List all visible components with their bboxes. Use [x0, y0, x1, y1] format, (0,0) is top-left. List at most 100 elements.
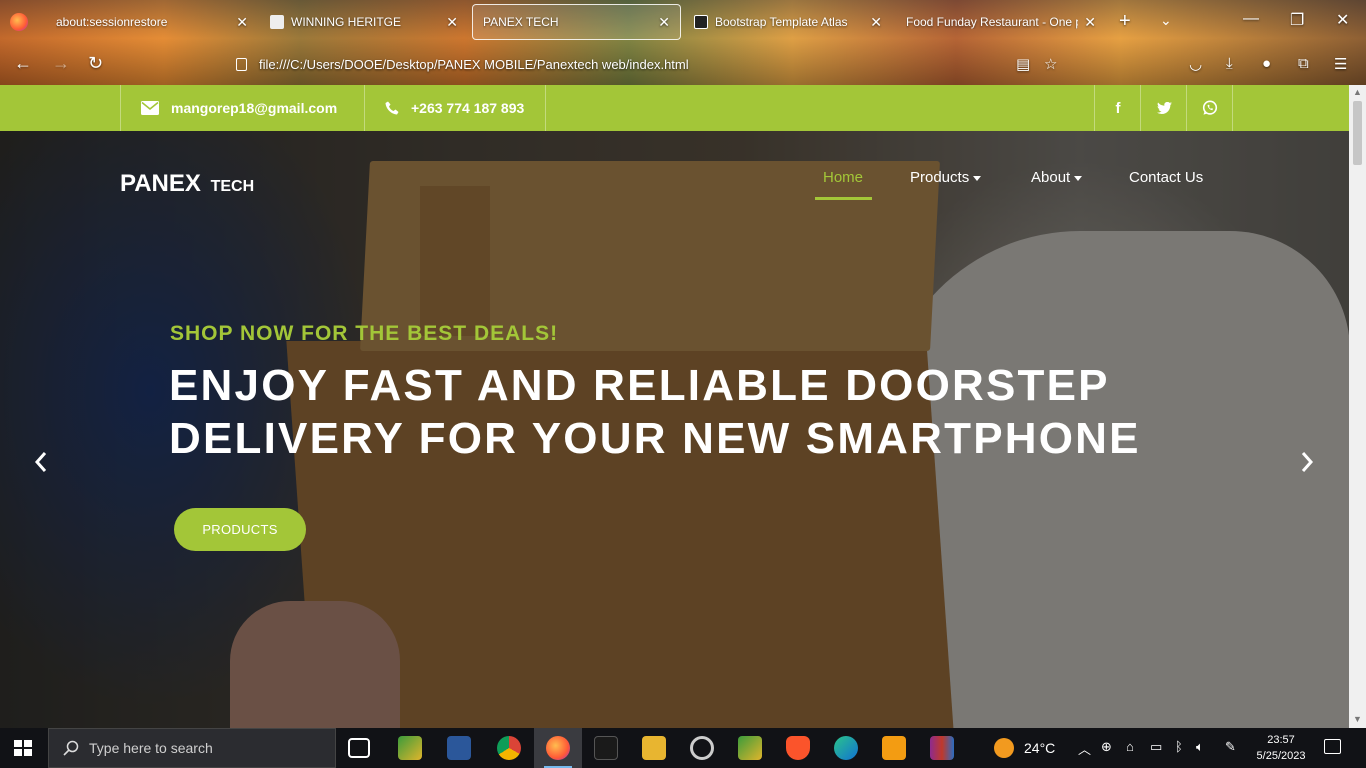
- twitter-icon[interactable]: [1141, 85, 1187, 131]
- minimize-icon[interactable]: —: [1243, 10, 1259, 28]
- hero-subheading: SHOP NOW FOR THE BEST DEALS!: [170, 322, 559, 345]
- new-tab-icon[interactable]: +: [1119, 10, 1131, 33]
- scrollbar-thumb[interactable]: [1353, 101, 1362, 165]
- winrar-icon[interactable]: [930, 736, 954, 760]
- url-text[interactable]: file:///C:/Users/DOOE/Desktop/PANEX MOBI…: [259, 57, 689, 72]
- firefox-icon[interactable]: [546, 736, 570, 760]
- phone-text: +263 774 187 893: [411, 100, 525, 116]
- address-bar[interactable]: file:///C:/Users/DOOE/Desktop/PANEX MOBI…: [226, 50, 1066, 78]
- carousel-next-icon[interactable]: [1300, 451, 1314, 478]
- scroll-down-icon[interactable]: ▼: [1353, 714, 1362, 724]
- tab-title: WINNING HERITGE: [291, 15, 401, 29]
- sun-icon: [994, 738, 1014, 758]
- close-icon[interactable]: ✕: [446, 14, 458, 31]
- tab-title: about:sessionrestore: [56, 15, 168, 29]
- tab-panex-tech[interactable]: PANEX TECH ✕: [472, 4, 681, 40]
- hamburger-menu-icon[interactable]: ☰: [1334, 55, 1347, 73]
- battery-icon[interactable]: ▭: [1150, 739, 1162, 755]
- page-icon: [236, 57, 247, 71]
- pen-icon[interactable]: ✎: [1225, 739, 1236, 755]
- tab-food-funday[interactable]: Food Funday Restaurant - One pa ✕: [896, 4, 1106, 40]
- firefox-menu-icon[interactable]: [10, 13, 28, 31]
- close-window-icon[interactable]: ✕: [1336, 10, 1349, 30]
- navigation-toolbar: ← → ↻ file:///C:/Users/DOOE/Desktop/PANE…: [0, 44, 1366, 85]
- metatrader-icon[interactable]: [398, 736, 422, 760]
- forward-arrow-icon[interactable]: →: [52, 53, 70, 74]
- task-view-icon[interactable]: [348, 738, 370, 758]
- language-globe-icon[interactable]: ⊕: [1101, 739, 1112, 755]
- products-button[interactable]: PRODUCTS: [174, 508, 306, 551]
- usb-device-icon[interactable]: ⌂: [1126, 739, 1134, 754]
- tab-title: Food Funday Restaurant - One pa: [906, 15, 1079, 29]
- taskbar-search-box[interactable]: Type here to search: [48, 728, 336, 768]
- sublime-text-icon[interactable]: [882, 736, 906, 760]
- word-icon[interactable]: [447, 736, 471, 760]
- volume-icon[interactable]: 🔈︎: [1196, 739, 1204, 755]
- brave-icon[interactable]: [786, 736, 810, 760]
- site-logo[interactable]: PANEX TECH: [120, 170, 254, 198]
- windows-start-icon[interactable]: [14, 740, 32, 756]
- chrome-icon[interactable]: [497, 736, 521, 760]
- nav-active-underline: [815, 197, 872, 200]
- tab-strip: about:sessionrestore ✕ WINNING HERITGE ✕…: [0, 0, 1366, 44]
- caret-down-icon: [1074, 175, 1083, 181]
- envelope-icon: [141, 101, 159, 115]
- phone-icon: [385, 101, 399, 115]
- tab-session-restore[interactable]: about:sessionrestore ✕: [46, 4, 258, 40]
- metatrader-icon[interactable]: [738, 736, 762, 760]
- back-arrow-icon[interactable]: ←: [14, 53, 32, 74]
- divider: [120, 85, 121, 131]
- nav-about-dropdown[interactable]: About: [1031, 169, 1083, 186]
- media-player-icon[interactable]: [690, 736, 714, 760]
- close-icon[interactable]: ✕: [658, 14, 670, 31]
- divider: [1232, 85, 1233, 131]
- tab-winning-heritge[interactable]: WINNING HERITGE ✕: [260, 4, 468, 40]
- browser-chrome: about:sessionrestore ✕ WINNING HERITGE ✕…: [0, 0, 1366, 85]
- bookmark-star-icon[interactable]: ☆: [1044, 55, 1057, 73]
- whatsapp-icon[interactable]: [1187, 85, 1233, 131]
- nav-home[interactable]: Home: [823, 169, 863, 186]
- restore-icon[interactable]: ❐: [1290, 10, 1304, 30]
- windows-taskbar: Type here to search 24°C ︿ ⊕ ⌂ ▭ ᛒ 🔈︎ ✎ …: [0, 728, 1366, 768]
- taskbar-clock[interactable]: 23:57 5/25/2023: [1256, 732, 1306, 764]
- hero-heading: ENJOY FAST AND RELIABLE DOORSTEP DELIVER…: [169, 361, 1141, 463]
- phone-contact[interactable]: +263 774 187 893: [385, 85, 524, 131]
- carousel-prev-icon[interactable]: [34, 451, 48, 478]
- scroll-up-icon[interactable]: ▲: [1353, 87, 1362, 97]
- facebook-icon[interactable]: f: [1095, 85, 1141, 131]
- clock-time: 23:57: [1267, 734, 1295, 746]
- hero-carousel: PANEX TECH Home Products About Contact U…: [0, 131, 1349, 728]
- downloads-icon[interactable]: ⤓: [1226, 55, 1233, 72]
- reader-view-icon[interactable]: ▤: [1016, 55, 1030, 73]
- nav-products-dropdown[interactable]: Products: [910, 169, 982, 186]
- favicon-icon: [270, 15, 284, 29]
- file-explorer-icon[interactable]: [642, 736, 666, 760]
- app-icon[interactable]: [594, 736, 618, 760]
- pocket-icon[interactable]: ◡: [1189, 55, 1202, 73]
- page-viewport: mangorep18@gmail.com +263 774 187 893 f: [0, 85, 1349, 728]
- weather-temp: 24°C: [1024, 740, 1056, 756]
- tab-bootstrap-template[interactable]: Bootstrap Template Atlas ✕: [684, 4, 892, 40]
- brand-main: PANEX: [120, 170, 201, 197]
- brand-sub: TECH: [210, 178, 255, 195]
- email-contact[interactable]: mangorep18@gmail.com: [141, 85, 337, 131]
- tab-title: PANEX TECH: [483, 15, 559, 29]
- extension-icon[interactable]: ●: [1262, 55, 1271, 72]
- whatsapp-glyph-icon: [1202, 100, 1218, 115]
- list-tabs-chevron-icon[interactable]: ⌄: [1160, 12, 1172, 29]
- extensions-puzzle-icon[interactable]: ⧉: [1298, 55, 1309, 72]
- weather-widget[interactable]: 24°C: [994, 738, 1055, 758]
- bluetooth-icon[interactable]: ᛒ: [1175, 739, 1183, 754]
- tray-overflow-chevron-icon[interactable]: ︿: [1078, 739, 1091, 758]
- caret-down-icon: [973, 175, 982, 181]
- nav-contact-us[interactable]: Contact Us: [1129, 169, 1203, 186]
- close-icon[interactable]: ✕: [870, 14, 882, 31]
- email-text: mangorep18@gmail.com: [171, 100, 338, 116]
- page-scrollbar[interactable]: ▲ ▼: [1349, 85, 1366, 728]
- reload-icon[interactable]: ↻: [88, 53, 103, 74]
- notifications-icon[interactable]: [1324, 739, 1341, 754]
- favicon-icon: [694, 15, 708, 29]
- close-icon[interactable]: ✕: [236, 14, 248, 31]
- close-icon[interactable]: ✕: [1084, 14, 1096, 31]
- edge-icon[interactable]: [834, 736, 858, 760]
